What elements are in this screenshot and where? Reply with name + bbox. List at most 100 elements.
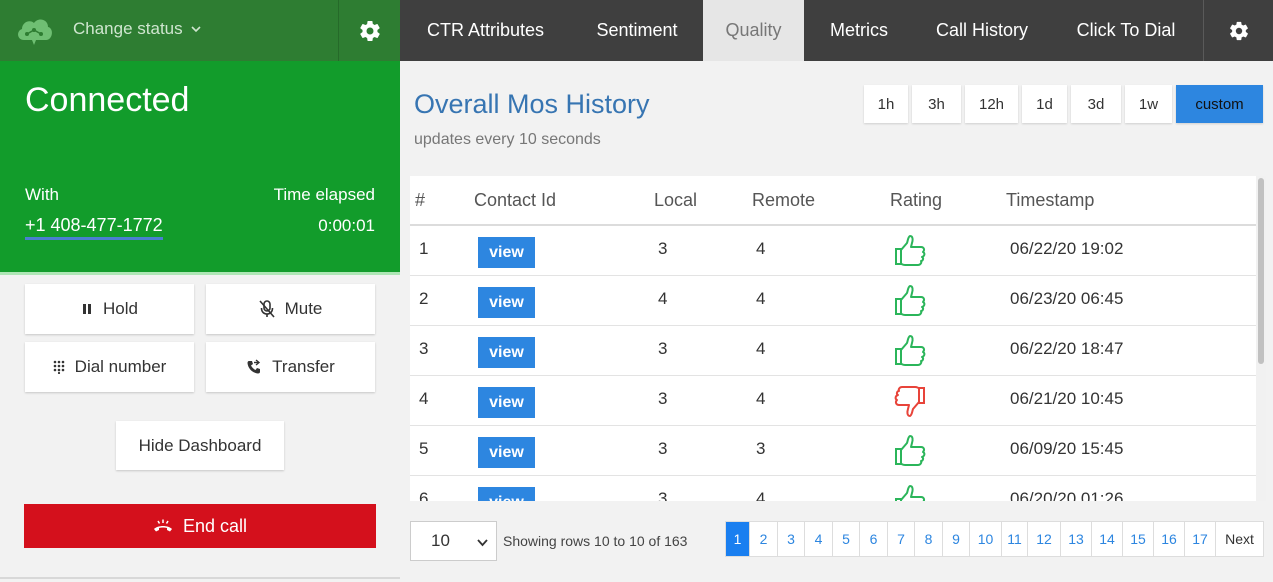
page-link-3[interactable]: 3 — [778, 522, 805, 556]
quality-panel: Overall Mos History updates every 10 sec… — [400, 61, 1273, 582]
page-link-4[interactable]: 4 — [805, 522, 833, 556]
caller-phone-link[interactable]: +1 408-477-1772 — [25, 215, 163, 240]
range-button-custom[interactable]: custom — [1176, 85, 1263, 123]
call-panel: Change status Connected With +1 408-477-… — [0, 0, 400, 582]
page-link-12[interactable]: 12 — [1028, 522, 1061, 556]
page-subtitle: updates every 10 seconds — [414, 131, 601, 148]
time-range-selector: 1h 3h 12h 1d 3d 1w custom — [864, 85, 1263, 123]
local-score: 3 — [658, 439, 668, 458]
mute-button[interactable]: Mute — [206, 284, 375, 334]
phone-forward-icon — [247, 359, 261, 374]
timestamp: 06/23/20 06:45 — [1010, 289, 1124, 308]
left-header: Change status — [0, 0, 400, 61]
page-link-13[interactable]: 13 — [1061, 522, 1092, 556]
range-button-1d[interactable]: 1d — [1022, 85, 1067, 123]
thumbs-up-icon — [895, 235, 926, 266]
tab-metrics[interactable]: Metrics — [804, 0, 914, 61]
page-link-14[interactable]: 14 — [1092, 522, 1123, 556]
pagination: 1 2 3 4 5 6 7 8 9 10 11 12 13 14 15 16 17 Next — [725, 521, 1264, 557]
row-number: 3 — [419, 339, 429, 358]
range-button-12h[interactable]: 12h — [965, 85, 1018, 123]
hold-button[interactable]: Hold — [25, 284, 194, 334]
page-link-17[interactable]: 17 — [1185, 522, 1216, 556]
column-header-contact-id[interactable]: Contact Id — [474, 190, 556, 211]
timestamp: 06/09/20 15:45 — [1010, 439, 1124, 458]
right-settings-button[interactable] — [1203, 0, 1273, 61]
mute-label: Mute — [284, 299, 323, 318]
range-button-3h[interactable]: 3h — [912, 85, 961, 123]
table-scrollbar[interactable] — [1256, 176, 1266, 501]
view-contact-button[interactable]: view — [478, 387, 535, 418]
page-link-7[interactable]: 7 — [888, 522, 915, 556]
transfer-button[interactable]: Transfer — [206, 342, 375, 392]
column-header-timestamp[interactable]: Timestamp — [1006, 190, 1094, 211]
tab-sentiment[interactable]: Sentiment — [571, 0, 703, 61]
scrollbar-thumb[interactable] — [1258, 178, 1264, 364]
timestamp: 06/21/20 10:45 — [1010, 389, 1124, 408]
column-header-number: # — [415, 190, 426, 210]
page-size-select[interactable]: 10 — [410, 521, 497, 561]
remote-score: 4 — [756, 489, 766, 501]
remote-score: 3 — [756, 439, 766, 458]
column-header-local[interactable]: Local — [654, 190, 697, 211]
time-elapsed-label: Time elapsed — [273, 185, 375, 204]
row-number: 2 — [419, 289, 429, 308]
table-row: 6 view 3 4 06/20/20 01:26 — [410, 476, 1266, 501]
local-score: 3 — [658, 389, 668, 408]
table-row: 3 view 3 4 06/22/20 18:47 — [410, 326, 1266, 376]
page-link-2[interactable]: 2 — [750, 522, 778, 556]
column-header-rating[interactable]: Rating — [890, 190, 942, 211]
local-score: 3 — [658, 239, 668, 258]
page-title: Overall Mos History — [414, 89, 650, 119]
with-label: With — [25, 185, 59, 204]
column-header-remote[interactable]: Remote — [752, 190, 815, 211]
view-contact-button[interactable]: view — [478, 437, 535, 468]
next-page-button[interactable]: Next — [1216, 522, 1263, 556]
page-link-6[interactable]: 6 — [860, 522, 888, 556]
dial-number-button[interactable]: Dial number — [25, 342, 194, 392]
table-row: 5 view 3 3 06/09/20 15:45 — [410, 426, 1266, 476]
range-button-3d[interactable]: 3d — [1071, 85, 1121, 123]
timestamp: 06/22/20 18:47 — [1010, 339, 1124, 358]
change-status-label: Change status — [73, 19, 183, 38]
pause-icon — [83, 304, 92, 314]
page-link-16[interactable]: 16 — [1154, 522, 1185, 556]
page-link-9[interactable]: 9 — [943, 522, 970, 556]
page-link-8[interactable]: 8 — [915, 522, 943, 556]
call-status-title: Connected — [25, 81, 190, 119]
page-link-5[interactable]: 5 — [833, 522, 860, 556]
view-contact-button[interactable]: view — [478, 287, 535, 318]
end-call-button[interactable]: End call — [24, 504, 376, 548]
table-row: 2 view 4 4 06/23/20 06:45 — [410, 276, 1266, 326]
thumbs-up-icon — [895, 435, 926, 466]
dialpad-icon — [53, 360, 64, 374]
remote-score: 4 — [756, 389, 766, 408]
remote-score: 4 — [756, 239, 766, 258]
local-score: 4 — [658, 289, 668, 308]
view-contact-button[interactable]: view — [478, 487, 535, 501]
view-contact-button[interactable]: view — [478, 337, 535, 368]
page-link-1[interactable]: 1 — [726, 522, 750, 556]
change-status-dropdown[interactable]: Change status — [73, 19, 201, 39]
page-link-11[interactable]: 11 — [1002, 522, 1028, 556]
rows-summary: Showing rows 10 to 10 of 163 — [503, 533, 688, 549]
chevron-down-icon — [477, 539, 488, 547]
mic-off-icon — [258, 300, 275, 318]
range-button-1w[interactable]: 1w — [1125, 85, 1172, 123]
page-link-15[interactable]: 15 — [1123, 522, 1154, 556]
table-row: 1 view 3 4 06/22/20 19:02 — [410, 226, 1266, 276]
left-footer-divider — [0, 577, 400, 579]
left-settings-button[interactable] — [338, 0, 400, 61]
mos-history-table: # Contact Id Local Remote Rating Timesta… — [410, 176, 1266, 501]
page-link-10[interactable]: 10 — [970, 522, 1002, 556]
tab-quality[interactable]: Quality — [703, 0, 804, 71]
tab-ctr-attributes[interactable]: CTR Attributes — [400, 0, 571, 61]
range-button-1h[interactable]: 1h — [864, 85, 908, 123]
thumbs-up-icon — [895, 485, 926, 501]
chevron-down-icon — [191, 26, 201, 33]
tab-call-history[interactable]: Call History — [914, 0, 1050, 61]
view-contact-button[interactable]: view — [478, 237, 535, 268]
hide-dashboard-button[interactable]: Hide Dashboard — [116, 421, 284, 470]
dial-number-label: Dial number — [74, 357, 167, 376]
tab-click-to-dial[interactable]: Click To Dial — [1050, 0, 1202, 61]
